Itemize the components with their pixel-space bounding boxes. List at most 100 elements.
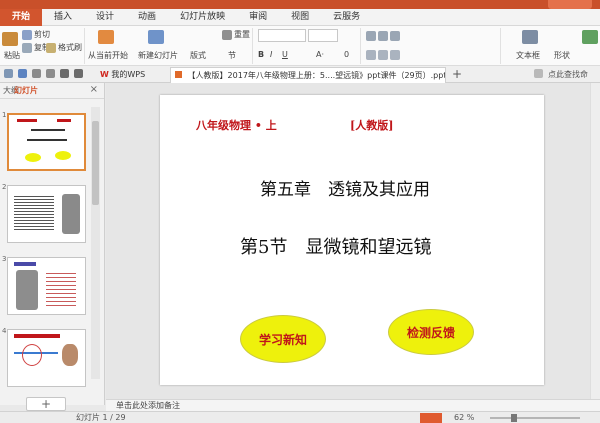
- thumb-microscope-image: [16, 270, 38, 310]
- reset-button[interactable]: 重置: [222, 29, 250, 40]
- reset-label: 重置: [234, 30, 250, 39]
- align-right-icon: [390, 50, 400, 60]
- format-painter-button[interactable]: 格式刷: [46, 42, 82, 53]
- thumb-face-image: [62, 344, 78, 366]
- thumbnail-scrollbar[interactable]: [91, 107, 100, 379]
- thumbnail-number: 1: [2, 111, 7, 119]
- notes-area[interactable]: 单击此处添加备注: [106, 399, 600, 411]
- textbox-icon: [522, 30, 538, 44]
- new-slide-button[interactable]: 新建幻灯片: [138, 50, 178, 61]
- slide-counter: 幻灯片 1 / 29: [76, 413, 126, 422]
- thumb-label-lines: [46, 270, 76, 306]
- print-preview-icon[interactable]: [46, 69, 55, 78]
- font-color-button[interactable]: A·: [316, 50, 324, 59]
- new-tab-button[interactable]: +: [452, 66, 462, 82]
- tab-review[interactable]: 审阅: [237, 9, 279, 26]
- section-title[interactable]: 第5节 显微镜和望远镜: [240, 233, 431, 259]
- textbox-button[interactable]: 文本框: [516, 50, 540, 61]
- tab-animation[interactable]: 动画: [126, 9, 168, 26]
- paste-label: 粘贴: [4, 51, 20, 60]
- tab-home[interactable]: 开始: [0, 8, 43, 26]
- thumb-title-line: [31, 129, 65, 131]
- align-center-icon: [378, 50, 388, 60]
- cut-label: 剪切: [34, 30, 50, 39]
- new-slide-icon-button[interactable]: [148, 30, 164, 44]
- tab-my-wps-label: 我的WPS: [111, 70, 146, 79]
- redo-icon[interactable]: [74, 69, 83, 78]
- play-slideshow-icon: [98, 30, 114, 44]
- bold-button[interactable]: B: [258, 50, 264, 59]
- tab-slideshow[interactable]: 幻灯片放映: [168, 9, 237, 26]
- chapter-title[interactable]: 第五章 透镜及其应用: [260, 175, 430, 200]
- tab-view[interactable]: 视图: [279, 9, 321, 26]
- slide-thumbnail-3[interactable]: [7, 257, 86, 315]
- tab-slides[interactable]: 幻灯片: [14, 85, 38, 97]
- tab-insert[interactable]: 插入: [42, 9, 84, 26]
- section-button[interactable]: 节: [228, 50, 236, 61]
- from-current-button[interactable]: 从当前开始: [88, 50, 128, 61]
- thumb-diagram-lens: [22, 344, 42, 366]
- scissors-icon: [22, 29, 32, 40]
- ribbon-separator: [252, 28, 253, 64]
- check-feedback-label: 检测反馈: [406, 325, 455, 340]
- undo-icon[interactable]: [60, 69, 69, 78]
- picture-button[interactable]: [582, 30, 598, 44]
- paragraph-tools[interactable]: [366, 31, 400, 41]
- learn-new-label: 学习新知: [258, 332, 307, 347]
- scrollbar-thumb[interactable]: [92, 121, 99, 205]
- textbox-icon-button[interactable]: [522, 30, 538, 44]
- paste-icon: [2, 32, 18, 46]
- document-tab-strip: W 我的WPS 【人教版】2017年八年级物理上册：5....望远镜》ppt课件…: [0, 66, 600, 83]
- editor-scrollbar[interactable]: [590, 83, 600, 399]
- brush-icon: [46, 42, 56, 53]
- ppt-file-icon: [175, 71, 182, 78]
- close-icon[interactable]: ×: [90, 84, 98, 95]
- italic-button[interactable]: I: [270, 50, 272, 59]
- tab-design[interactable]: 设计: [84, 9, 126, 26]
- cut-button[interactable]: 剪切: [22, 29, 50, 40]
- thumb-oval: [25, 153, 41, 162]
- shape-button[interactable]: 形状: [554, 50, 570, 61]
- print-icon[interactable]: [32, 69, 41, 78]
- paste-button[interactable]: [2, 32, 18, 46]
- ribbon-separator: [500, 28, 501, 64]
- command-search-hint[interactable]: 点此查找命: [548, 67, 588, 82]
- grade-label: 八年级物理 • 上: [196, 119, 277, 132]
- thumb-heading-bar: [14, 262, 36, 266]
- font-size-select[interactable]: [308, 29, 338, 42]
- menu-bar: 开始 插入 设计 动画 幻灯片放映 审阅 视图 云服务: [0, 8, 600, 26]
- slide-thumbnail-1[interactable]: [7, 113, 86, 171]
- thumb-oval: [55, 151, 71, 160]
- align-tools[interactable]: [366, 50, 400, 60]
- ribbon-separator: [360, 28, 361, 64]
- account-area[interactable]: [548, 0, 592, 9]
- play-slideshow-button[interactable]: [420, 413, 442, 423]
- tab-document[interactable]: 【人教版】2017年八年级物理上册：5....望远镜》ppt课件（29页）.pp…: [170, 67, 446, 83]
- slide-thumbnail-4[interactable]: [7, 329, 86, 387]
- panel-tabs: 大纲 幻灯片 ×: [0, 83, 104, 99]
- tab-cloud[interactable]: 云服务: [321, 9, 372, 26]
- font-size-value: 0: [344, 50, 350, 59]
- tab-my-wps[interactable]: W 我的WPS: [96, 67, 168, 83]
- format-painter-label: 格式刷: [58, 43, 82, 52]
- add-slide-button[interactable]: +: [26, 397, 66, 411]
- search-icon[interactable]: [534, 69, 543, 78]
- file-menu-icon[interactable]: [4, 69, 13, 78]
- align-left-icon: [366, 50, 376, 60]
- slide-editor: 八年级物理 • 上 [人教版] 第五章 透镜及其应用 第5节 显微镜和望远镜 学…: [106, 83, 600, 399]
- tab-document-label: 【人教版】2017年八年级物理上册：5....望远镜》ppt课件（29页）.pp…: [187, 71, 446, 80]
- save-icon[interactable]: [18, 69, 27, 78]
- thumbnail-number: 3: [2, 255, 7, 263]
- list-icon: [366, 31, 376, 41]
- zoom-slider[interactable]: [490, 417, 580, 419]
- layout-button[interactable]: 版式: [190, 50, 206, 61]
- learn-new-oval[interactable]: 学习新知: [240, 315, 326, 363]
- font-name-select[interactable]: [258, 29, 306, 42]
- slideshow-icon-button[interactable]: [98, 30, 114, 44]
- zoom-slider-handle[interactable]: [511, 414, 517, 422]
- underline-button[interactable]: U: [282, 50, 288, 59]
- check-feedback-oval[interactable]: 检测反馈: [388, 309, 474, 355]
- zoom-level[interactable]: 62 %: [454, 412, 474, 423]
- slide-canvas[interactable]: 八年级物理 • 上 [人教版] 第五章 透镜及其应用 第5节 显微镜和望远镜 学…: [160, 95, 544, 385]
- slide-thumbnail-2[interactable]: [7, 185, 86, 243]
